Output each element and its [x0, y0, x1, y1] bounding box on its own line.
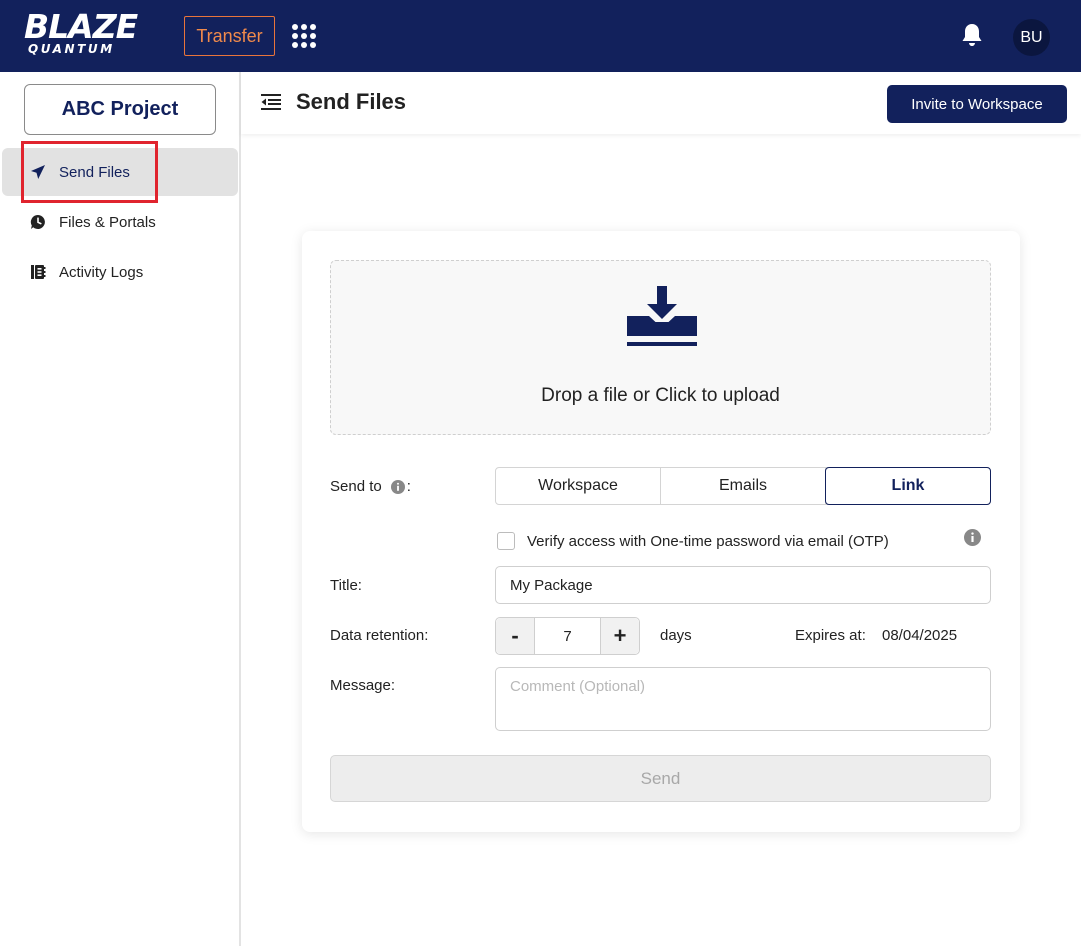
- sidebar-item-label: Send Files: [59, 163, 130, 181]
- sidebar-item-files-portals[interactable]: Files & Portals: [0, 198, 238, 246]
- expires-at-value: 08/04/2025: [882, 627, 958, 644]
- send-button[interactable]: Send: [330, 755, 991, 802]
- send-icon: [30, 164, 46, 180]
- title-label: Title:: [330, 577, 362, 594]
- page-header: Send Files Invite to Workspace: [241, 72, 1081, 134]
- retention-unit-label: days: [660, 627, 692, 644]
- otp-label: Verify access with One-time password via…: [527, 532, 889, 550]
- retention-stepper: - 7 +: [495, 617, 640, 655]
- retention-decrement-button[interactable]: -: [496, 618, 535, 654]
- project-selector-button[interactable]: ABC Project: [24, 84, 216, 135]
- logo-main-text: BLAZE: [24, 7, 138, 46]
- data-retention-label: Data retention:: [330, 627, 429, 644]
- send-to-label-text: Send to: [330, 478, 382, 495]
- retention-value-input[interactable]: 7: [535, 618, 600, 654]
- sidebar-item-label: Activity Logs: [59, 263, 144, 281]
- user-avatar[interactable]: BU: [1013, 19, 1050, 56]
- apps-grid-icon[interactable]: [292, 24, 318, 48]
- download-tray-icon: [625, 284, 699, 350]
- collapse-menu-icon[interactable]: [260, 92, 282, 112]
- send-to-label: Send to :: [330, 478, 411, 495]
- info-icon[interactable]: [390, 479, 405, 494]
- sidebar-item-activity-logs[interactable]: Activity Logs: [0, 248, 238, 296]
- message-textarea[interactable]: Comment (Optional): [495, 667, 991, 731]
- send-to-emails-option[interactable]: Emails: [661, 468, 826, 504]
- send-to-segmented-control: Workspace Emails Link: [495, 467, 991, 505]
- send-to-colon: :: [406, 478, 411, 495]
- clock-chat-icon: [30, 214, 46, 230]
- expires-at-label: Expires at:: [795, 627, 866, 644]
- otp-option-row: Verify access with One-time password via…: [497, 530, 991, 552]
- sidebar-item-label: Files & Portals: [59, 213, 156, 231]
- sidebar-item-send-files[interactable]: Send Files: [2, 148, 238, 196]
- sidebar: ABC Project Send Files Files & Portals A…: [0, 72, 241, 946]
- send-to-link-option[interactable]: Link: [825, 467, 991, 505]
- send-to-workspace-option[interactable]: Workspace: [496, 468, 661, 504]
- top-bar: BLAZE QUANTUM Transfer BU: [0, 0, 1081, 72]
- invite-to-workspace-button[interactable]: Invite to Workspace: [887, 85, 1067, 123]
- retention-increment-button[interactable]: +: [600, 618, 639, 654]
- logo-sub-text: QUANTUM: [28, 42, 115, 56]
- blaze-quantum-logo[interactable]: BLAZE QUANTUM: [24, 10, 164, 60]
- log-book-icon: [30, 264, 46, 280]
- dropzone-text: Drop a file or Click to upload: [541, 385, 780, 406]
- transfer-button[interactable]: Transfer: [184, 16, 275, 56]
- otp-checkbox[interactable]: [497, 532, 515, 550]
- message-label: Message:: [330, 677, 396, 694]
- title-input[interactable]: My Package: [495, 566, 991, 604]
- otp-info-icon[interactable]: [964, 529, 981, 546]
- page-title: Send Files: [296, 89, 407, 114]
- bell-icon[interactable]: [960, 22, 984, 48]
- send-files-card: Drop a file or Click to upload Send to :…: [302, 231, 1020, 832]
- file-dropzone[interactable]: Drop a file or Click to upload: [330, 260, 991, 435]
